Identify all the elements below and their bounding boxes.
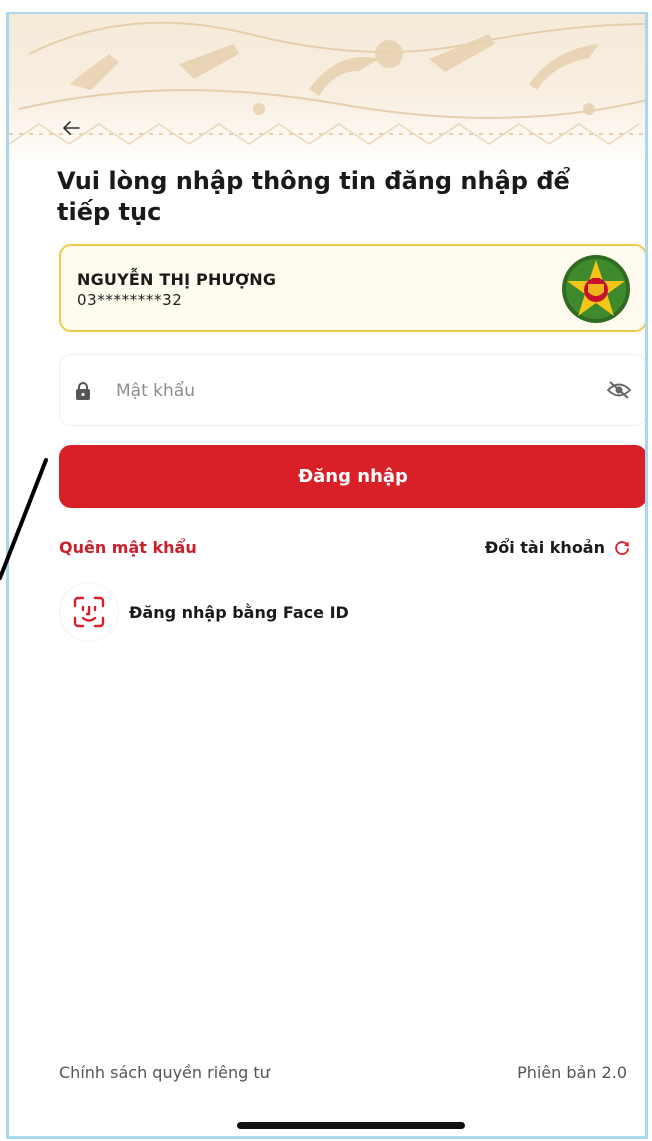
lock-icon — [76, 382, 90, 400]
face-id-icon-container — [59, 582, 119, 642]
home-indicator[interactable] — [237, 1122, 465, 1129]
page-title: Vui lòng nhập thông tin đăng nhập để tiế… — [57, 167, 570, 226]
arrow-left-icon[interactable] — [59, 116, 83, 140]
face-id-label: Đăng nhập bằng Face ID — [129, 602, 349, 622]
password-field — [59, 354, 645, 426]
header-drum-pattern — [9, 14, 645, 164]
saved-account-card: NGUYỄN THỊ PHƯỢNG 03********32 — [59, 244, 645, 332]
police-emblem-icon — [562, 255, 630, 323]
refresh-icon — [615, 540, 629, 555]
face-id-icon — [73, 596, 105, 628]
eye-off-icon[interactable] — [606, 379, 632, 401]
privacy-policy-link[interactable]: Chính sách quyền riêng tư — [59, 1063, 270, 1082]
switch-account-button[interactable]: Đổi tài khoản — [485, 538, 631, 557]
app-screen: Vui lòng nhập thông tin đăng nhập để tiế… — [6, 12, 648, 1139]
account-name: NGUYỄN THỊ PHƯỢNG — [77, 270, 277, 289]
switch-account-label: Đổi tài khoản — [484, 538, 605, 557]
forgot-password-link[interactable]: Quên mật khẩu — [59, 538, 197, 557]
account-phone: 03********32 — [77, 291, 183, 309]
face-id-login-button[interactable]: Đăng nhập bằng Face ID — [59, 582, 349, 642]
password-input[interactable] — [114, 377, 578, 405]
login-button[interactable]: Đăng nhập — [59, 445, 645, 508]
drum-pattern-image — [9, 21, 645, 145]
app-version: Phiên bản 2.0 — [517, 1063, 627, 1082]
